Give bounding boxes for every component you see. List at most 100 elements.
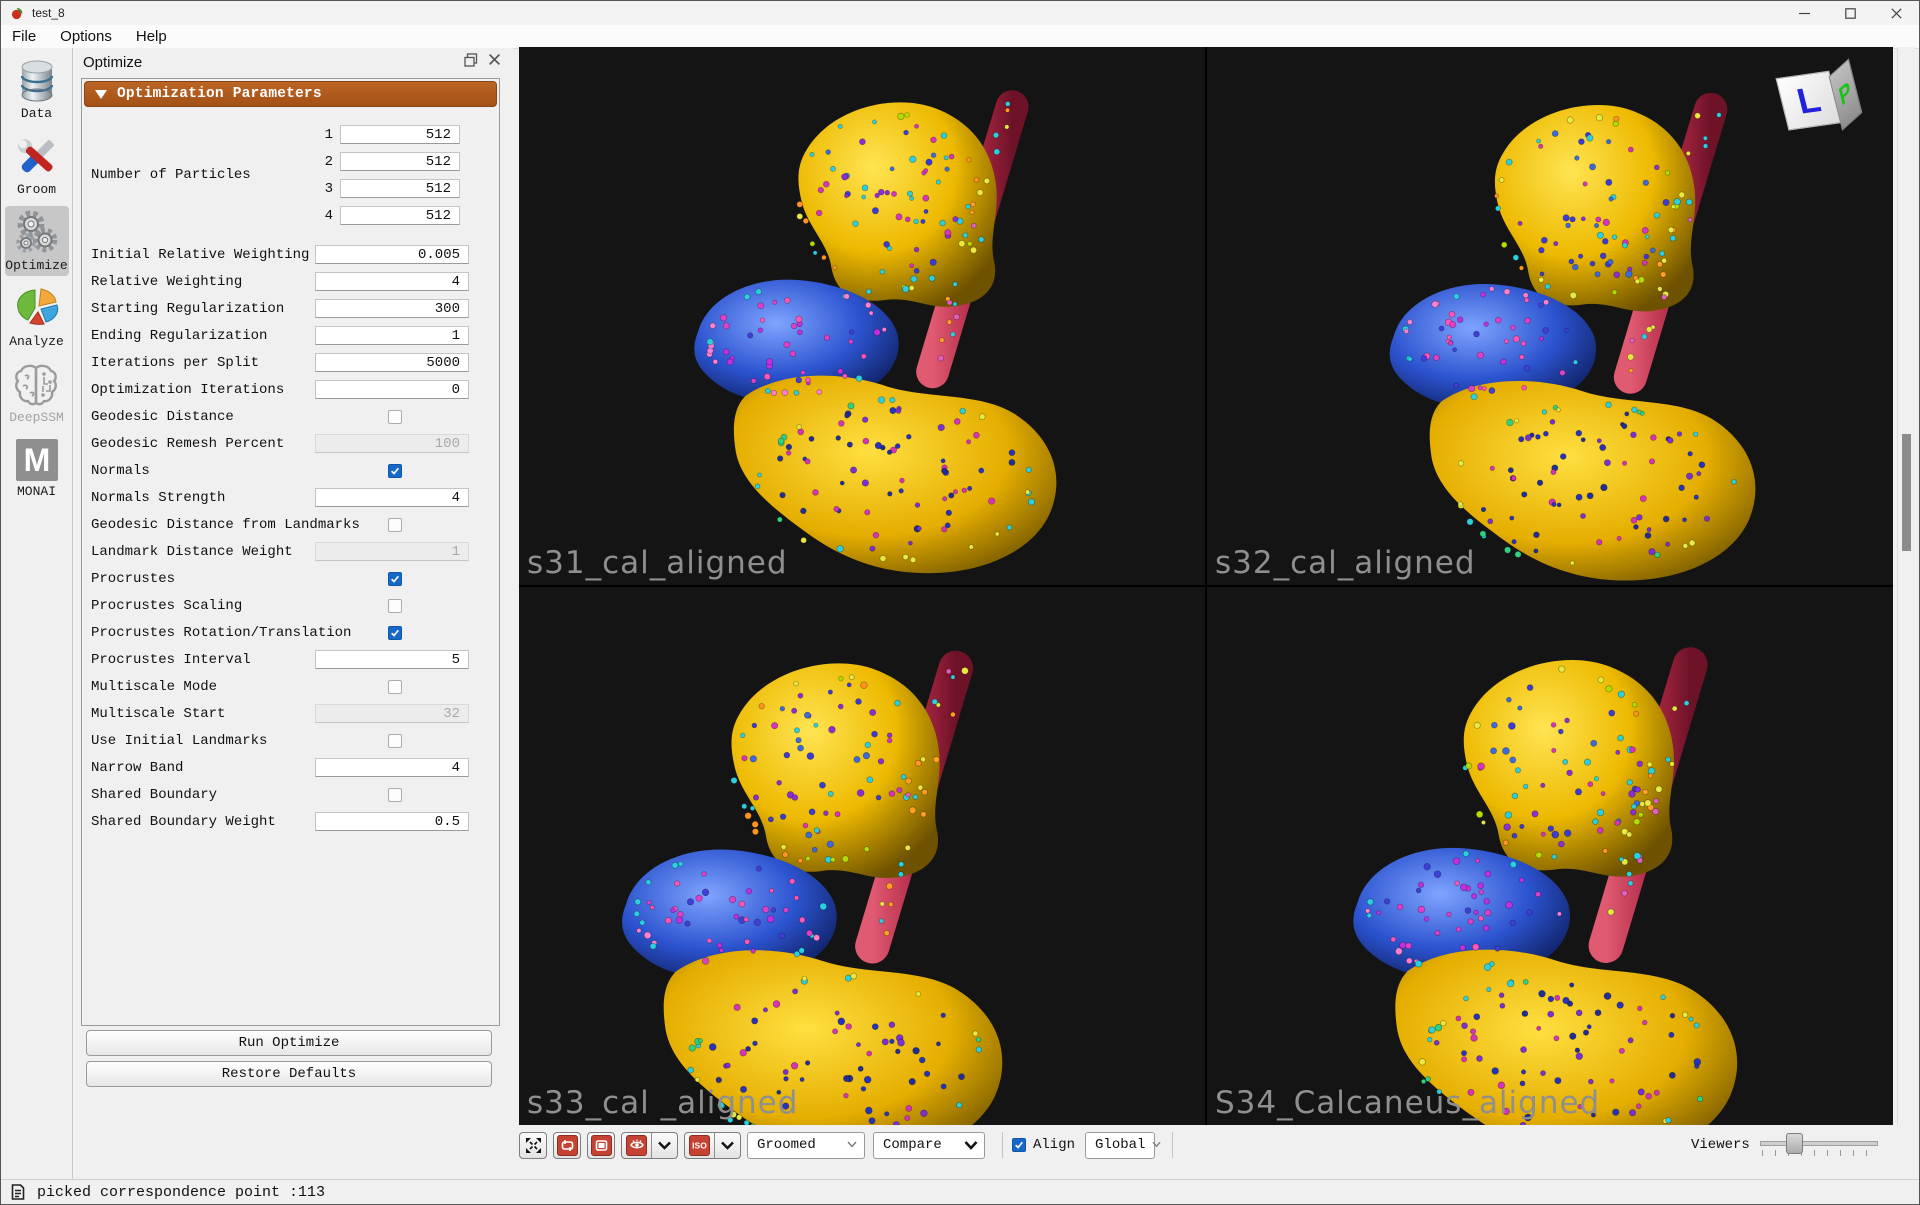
panel-title: Optimize xyxy=(83,53,143,71)
param-row: Shared Boundary xyxy=(83,781,498,808)
sidebar-item-optimize[interactable]: Optimize xyxy=(4,206,69,276)
viewport-label: S34_Calcaneus_aligned xyxy=(1215,1085,1601,1121)
param-checkbox[interactable] xyxy=(388,409,402,424)
isosurface-icon: ISO xyxy=(689,1134,711,1156)
particle-count-input[interactable] xyxy=(340,206,460,225)
param-checkbox[interactable] xyxy=(388,733,402,748)
viewport-label: s31_cal_aligned xyxy=(527,545,788,581)
parameter-rows: Initial Relative Weighting Relative Weigh… xyxy=(83,241,498,835)
menu-file[interactable]: File xyxy=(1,25,48,48)
param-row: Multiscale Mode xyxy=(83,673,498,700)
optimize-panel: Optimize Optimization Parameters Number … xyxy=(73,48,513,1180)
optimization-parameters-header[interactable]: Optimization Parameters xyxy=(84,81,497,107)
param-checkbox[interactable] xyxy=(388,571,402,586)
scrollbar-thumb[interactable] xyxy=(1902,434,1911,551)
param-row: Landmark Distance Weight xyxy=(83,538,498,565)
menu-options[interactable]: Options xyxy=(48,25,124,48)
param-input[interactable] xyxy=(315,488,469,507)
center-button[interactable] xyxy=(553,1131,581,1159)
align-checkbox[interactable] xyxy=(1012,1138,1026,1152)
compare-select[interactable]: Compare xyxy=(873,1131,985,1159)
param-label: Procrustes Interval xyxy=(91,651,251,668)
undock-icon[interactable] xyxy=(464,53,478,67)
orientation-posterior-label: P xyxy=(1836,76,1855,113)
param-row: Normals xyxy=(83,457,498,484)
param-label: Geodesic Distance from Landmarks xyxy=(91,516,360,533)
param-input[interactable] xyxy=(315,380,469,399)
slider-thumb[interactable] xyxy=(1785,1133,1803,1154)
param-label: Relative Weighting xyxy=(91,273,243,290)
viewport-s32[interactable]: s32_cal_aligned L P xyxy=(1207,47,1893,585)
param-checkbox[interactable] xyxy=(388,679,402,694)
param-input xyxy=(315,542,469,561)
menu-help[interactable]: Help xyxy=(124,25,179,48)
sidebar-item-monai[interactable]: M MONAI xyxy=(5,434,69,502)
particle-row: 1 xyxy=(83,121,498,148)
param-input[interactable] xyxy=(315,326,469,345)
collapse-triangle-icon xyxy=(95,89,107,99)
vertical-scrollbar[interactable] xyxy=(1897,47,1915,1125)
close-button[interactable] xyxy=(1873,1,1919,25)
particle-count-input[interactable] xyxy=(340,152,460,171)
particle-index-label: 3 xyxy=(324,180,333,197)
param-checkbox[interactable] xyxy=(388,625,402,640)
display-mode-select[interactable]: Groomed xyxy=(747,1131,865,1159)
param-label: Procrustes Rotation/Translation xyxy=(91,624,352,641)
param-input[interactable] xyxy=(315,245,469,264)
param-row: Procrustes Scaling xyxy=(83,592,498,619)
minimize-button[interactable] xyxy=(1781,1,1827,25)
param-label: Geodesic Remesh Percent xyxy=(91,435,285,452)
param-input xyxy=(315,704,469,723)
visibility-icon xyxy=(626,1134,648,1156)
param-row: Procrustes Rotation/Translation xyxy=(83,619,498,646)
viewport-s31[interactable]: s31_cal_aligned xyxy=(519,47,1205,585)
sidebar-item-label: Analyze xyxy=(9,334,64,349)
param-input[interactable] xyxy=(315,353,469,372)
param-input[interactable] xyxy=(315,299,469,318)
param-input[interactable] xyxy=(315,812,469,831)
image-export-button[interactable] xyxy=(587,1131,615,1159)
center-icon xyxy=(556,1134,578,1156)
run-optimize-button[interactable]: Run Optimize xyxy=(86,1030,492,1056)
maximize-button[interactable] xyxy=(1827,1,1873,25)
sidebar-item-label: Optimize xyxy=(5,258,68,273)
svg-text:M: M xyxy=(23,442,50,478)
close-panel-icon[interactable] xyxy=(488,53,501,66)
viewport-s34[interactable]: S34_Calcaneus_aligned xyxy=(1207,587,1893,1125)
particle-count-input[interactable] xyxy=(340,179,460,198)
param-checkbox[interactable] xyxy=(388,517,402,532)
chevron-down-icon xyxy=(840,1137,864,1153)
viewport-label: s33_cal _aligned xyxy=(527,1085,799,1121)
chevron-down-icon xyxy=(1145,1137,1168,1153)
sidebar-item-deepssm[interactable]: DeepSSM xyxy=(5,358,69,428)
param-input[interactable] xyxy=(315,650,469,669)
viewport-s33[interactable]: s33_cal _aligned xyxy=(519,587,1205,1125)
viewers-label: Viewers xyxy=(1691,1137,1750,1153)
param-input[interactable] xyxy=(315,272,469,291)
particle-count-input[interactable] xyxy=(340,125,460,144)
param-label: Narrow Band xyxy=(91,759,184,776)
sidebar-item-groom[interactable]: Groom xyxy=(5,130,69,200)
restore-defaults-button[interactable]: Restore Defaults xyxy=(86,1061,492,1087)
param-row: Normals Strength xyxy=(83,484,498,511)
slider-track[interactable] xyxy=(1759,1141,1878,1146)
param-label: Ending Regularization xyxy=(91,327,268,344)
brain-icon xyxy=(14,364,57,406)
param-input[interactable] xyxy=(315,758,469,777)
viewers-slider[interactable] xyxy=(1759,1130,1878,1160)
sidebar-item-data[interactable]: Data xyxy=(5,54,69,124)
align-scope-select[interactable]: Global xyxy=(1085,1131,1162,1159)
viewport-label: s32_cal_aligned xyxy=(1215,545,1476,581)
visibility-dropdown-button[interactable] xyxy=(621,1131,678,1159)
param-input xyxy=(315,434,469,453)
param-checkbox[interactable] xyxy=(388,598,402,613)
isosurface-dropdown-button[interactable]: ISO xyxy=(684,1131,741,1159)
param-label: Use Initial Landmarks xyxy=(91,732,268,749)
optimization-parameters-title: Optimization Parameters xyxy=(117,86,322,102)
param-checkbox[interactable] xyxy=(388,787,402,802)
param-checkbox[interactable] xyxy=(388,463,402,478)
sidebar-item-analyze[interactable]: Analyze xyxy=(5,282,69,352)
compare-value: Compare xyxy=(883,1137,942,1153)
number-of-particles-group: Number of Particles 1 2 3 4 xyxy=(83,121,498,229)
autoview-button[interactable] xyxy=(519,1131,547,1159)
